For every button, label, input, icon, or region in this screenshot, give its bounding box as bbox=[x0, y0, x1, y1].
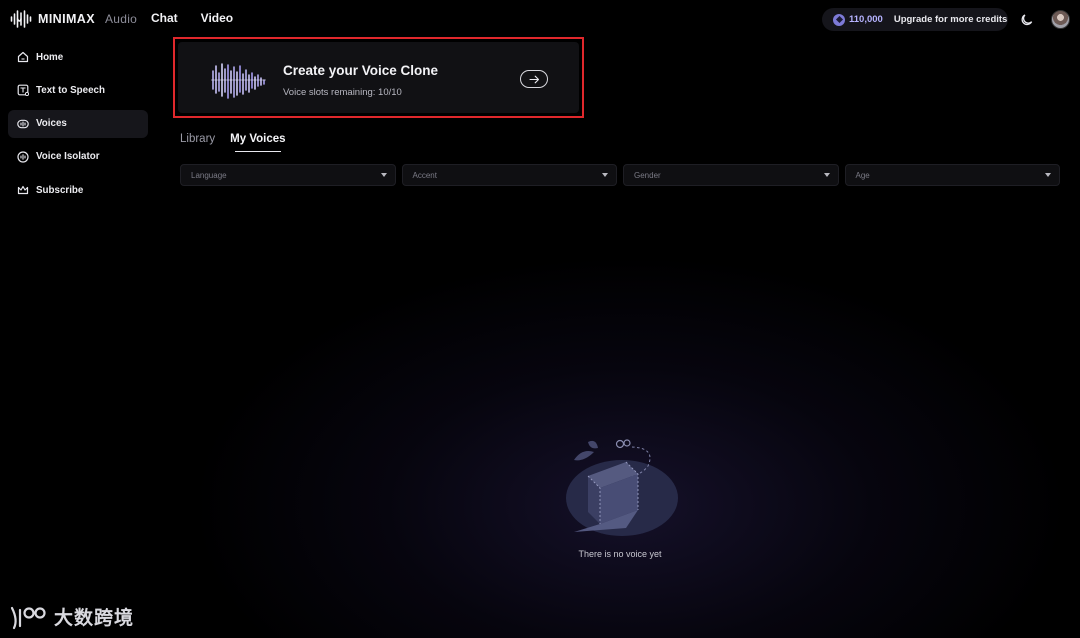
nav-video[interactable]: Video bbox=[201, 11, 233, 25]
voice-isolator-icon bbox=[16, 150, 29, 163]
watermark: 大数跨境 bbox=[8, 603, 134, 630]
filter-bar: Language Accent Gender Age bbox=[180, 164, 1060, 186]
product-name: Audio bbox=[104, 12, 138, 26]
voices-icon bbox=[16, 117, 29, 130]
sidebar-item-voice-isolator[interactable]: Voice Isolator bbox=[8, 143, 148, 171]
text-to-speech-icon bbox=[16, 84, 29, 97]
chevron-down-icon bbox=[1045, 173, 1051, 177]
tab-library[interactable]: Library bbox=[180, 133, 215, 152]
user-avatar[interactable] bbox=[1051, 10, 1070, 29]
chevron-down-icon bbox=[380, 173, 387, 177]
voice-clone-card: Create your Voice Clone Voice slots rema… bbox=[178, 42, 579, 113]
sidebar-item-label: Home bbox=[36, 51, 64, 63]
logo[interactable]: MINIMAX Audio bbox=[10, 9, 137, 29]
create-clone-button[interactable] bbox=[520, 70, 548, 88]
top-nav: Chat Video bbox=[151, 11, 233, 25]
top-bar: MINIMAX Audio Chat Video 110,000 Upgrade… bbox=[0, 0, 1080, 38]
credits-value: 110,000 bbox=[849, 14, 883, 25]
accent-select[interactable]: Accent bbox=[401, 164, 617, 186]
chevron-down-icon bbox=[602, 173, 608, 177]
empty-state-message: There is no voice yet bbox=[578, 549, 662, 559]
sidebar-item-voices[interactable]: Voices bbox=[8, 109, 148, 138]
sidebar-item-subscribe[interactable]: Subscribe bbox=[8, 176, 148, 204]
chevron-down-icon bbox=[823, 173, 830, 177]
age-select[interactable]: Age bbox=[844, 164, 1060, 186]
sidebar-item-label: Voice Isolator bbox=[36, 151, 100, 163]
upgrade-link[interactable]: Upgrade for more credits bbox=[894, 14, 1008, 25]
logo-waveform-icon bbox=[10, 10, 32, 28]
brand-name: MINIMAX bbox=[38, 12, 95, 26]
sidebar-item-label: Voices bbox=[36, 118, 67, 130]
tab-my-voices[interactable]: My Voices bbox=[230, 133, 286, 152]
accent-select-placeholder: Accent bbox=[412, 170, 437, 180]
watermark-logo-icon bbox=[10, 606, 46, 629]
voice-clone-banner[interactable]: Create your Voice Clone Voice slots rema… bbox=[173, 37, 584, 118]
sidebar-item-text-to-speech[interactable]: Text to Speech bbox=[8, 76, 148, 104]
voice-tabs: Library My Voices bbox=[180, 133, 286, 152]
gender-select[interactable]: Gender bbox=[623, 164, 839, 186]
home-icon bbox=[16, 51, 29, 64]
credits-icon bbox=[833, 13, 845, 26]
arrow-right-icon bbox=[528, 75, 539, 83]
crown-icon bbox=[16, 184, 29, 197]
sidebar-item-label: Subscribe bbox=[36, 184, 84, 196]
gender-select-placeholder: Gender bbox=[634, 170, 661, 180]
language-select[interactable]: Language bbox=[180, 164, 396, 186]
watermark-text: 大数跨境 bbox=[54, 608, 135, 629]
empty-box-illustration-icon bbox=[566, 439, 678, 536]
sidebar-item-home[interactable]: Home bbox=[8, 43, 148, 71]
voice-slots-remaining: Voice slots remaining: 10/10 bbox=[283, 87, 402, 98]
language-select-placeholder: Language bbox=[191, 170, 227, 180]
age-select-placeholder: Age bbox=[855, 170, 870, 180]
sidebar-item-label: Text to Speech bbox=[36, 84, 105, 96]
nav-chat[interactable]: Chat bbox=[151, 11, 178, 25]
waveform-illustration-icon bbox=[211, 63, 266, 99]
sidebar: Home Text to Speech Voices Voice Isolato… bbox=[8, 43, 148, 209]
dark-mode-moon-icon[interactable] bbox=[1021, 12, 1035, 26]
credits-pill[interactable]: 110,000 Upgrade for more credits bbox=[822, 8, 1008, 31]
banner-title: Create your Voice Clone bbox=[283, 63, 439, 78]
